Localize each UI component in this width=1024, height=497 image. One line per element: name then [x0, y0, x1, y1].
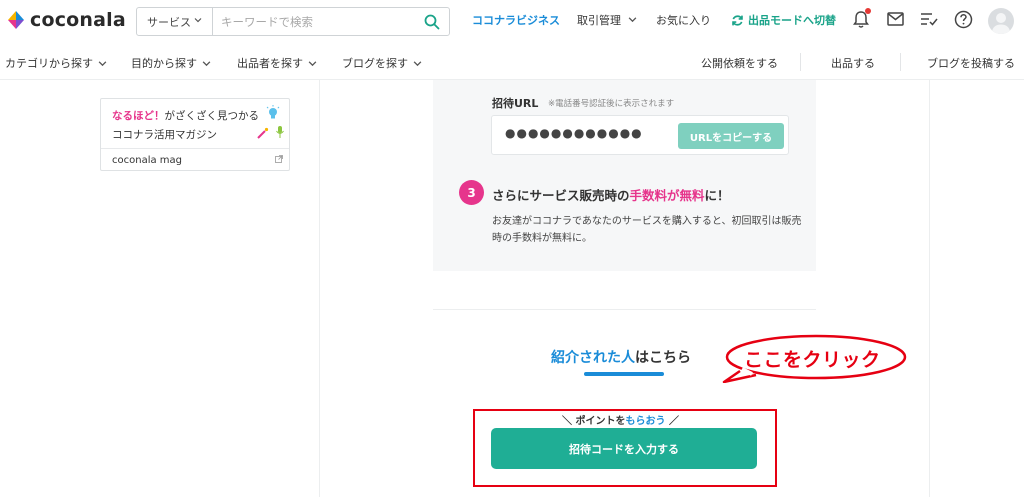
- step-title-pre: さらにサービス販売時の: [492, 188, 630, 203]
- external-link-icon: [275, 155, 283, 163]
- point-promo-text: ＼ ポイントをもらおう ／: [562, 412, 679, 427]
- referred-title-highlight: 紹介された人: [551, 350, 635, 366]
- step-title-highlight: 手数料が無料: [629, 188, 705, 203]
- nav-label: カテゴリから探す: [5, 57, 93, 70]
- chevron-down-icon: [98, 60, 107, 66]
- enter-invite-code-button[interactable]: 招待コードを入力する: [491, 428, 757, 469]
- logo-mark-icon: [8, 11, 24, 29]
- nav-seller-search[interactable]: 出品者を探す: [237, 55, 317, 71]
- chevron-down-icon: [308, 60, 317, 66]
- magazine-highlight: なるほど！: [112, 110, 165, 122]
- referred-section-title: 紹介された人はこちら: [551, 347, 691, 367]
- step-title: さらにサービス販売時の手数料が無料に！: [492, 185, 730, 204]
- column-divider: [319, 80, 320, 497]
- create-listing-link[interactable]: 出品する: [831, 55, 875, 71]
- top-header: coconala サービス ココナラビジネス 取引管理 お気に入り 出品モード: [0, 0, 1024, 42]
- business-link[interactable]: ココナラビジネス: [472, 12, 560, 28]
- magazine-footer: coconala mag: [101, 149, 289, 171]
- post-request-link[interactable]: 公開依頼をする: [701, 55, 778, 71]
- search-button[interactable]: [415, 8, 449, 35]
- referred-title-rest: はこちら: [635, 350, 691, 366]
- chevron-down-icon: [413, 60, 422, 66]
- magazine-name: coconala mag: [112, 154, 182, 166]
- invite-url-note: ※電話番号認証後に表示されます: [548, 99, 675, 109]
- invite-url-box: ●●●●●●●●●●●● URLをコピーする: [491, 115, 789, 155]
- logo-text: coconala: [30, 9, 126, 31]
- favorites-link[interactable]: お気に入り: [656, 12, 711, 28]
- search-category-label: サービス: [147, 15, 191, 29]
- column-divider: [929, 80, 930, 497]
- nav-blog-search[interactable]: ブログを探す: [342, 55, 422, 71]
- search-input[interactable]: [213, 8, 415, 35]
- step-description: お友達がココナラであなたのサービスを購入すると、初回取引は販売時の手数料が無料に…: [492, 216, 802, 244]
- copy-url-button[interactable]: URLをコピーする: [678, 123, 784, 149]
- trade-management-menu[interactable]: 取引管理: [577, 12, 637, 28]
- chevron-down-icon: [628, 17, 636, 23]
- notification-button[interactable]: [850, 8, 872, 30]
- post-blog-link[interactable]: ブログを投稿する: [927, 55, 1015, 71]
- sell-mode-label: 出品モードへ切替: [748, 14, 836, 27]
- user-silhouette-icon: [991, 13, 1011, 34]
- sell-mode-toggle[interactable]: 出品モードへ切替: [731, 12, 836, 28]
- magazine-tagline: なるほど！がざくざく見つかる: [112, 108, 289, 123]
- invite-url-masked: ●●●●●●●●●●●●: [505, 126, 643, 140]
- lightbulb-icon: [266, 105, 280, 119]
- checklist-icon: [921, 13, 938, 26]
- nav-divider: [800, 53, 801, 71]
- nav-category-search[interactable]: カテゴリから探す: [5, 55, 107, 71]
- point-pre: ＼ ポイントを: [562, 416, 626, 427]
- magazine-banner[interactable]: なるほど！がざくざく見つかる ココナラ活用マガジン coconala mag: [100, 98, 290, 171]
- category-nav: カテゴリから探す 目的から探す 出品者を探す ブログを探す 公開依頼をする 出品…: [0, 45, 1024, 80]
- chevron-down-icon: [202, 60, 211, 66]
- nav-divider: [900, 53, 901, 71]
- magazine-tagline-rest: がざくざく見つかる: [164, 110, 260, 122]
- chevron-down-icon: [194, 16, 202, 27]
- search-icon: [424, 14, 440, 29]
- section-divider: [433, 309, 816, 310]
- magic-wand-icon: [257, 127, 269, 139]
- magazine-banner-body: なるほど！がざくざく見つかる ココナラ活用マガジン: [101, 99, 289, 149]
- coconala-logo[interactable]: coconala: [5, 9, 126, 31]
- nav-purpose-search[interactable]: 目的から探す: [131, 55, 211, 71]
- help-icon: [954, 10, 972, 28]
- microphone-icon: [276, 126, 284, 138]
- messages-button[interactable]: [884, 8, 906, 30]
- step-number-badge: 3: [459, 180, 484, 205]
- nav-label: 目的から探す: [131, 57, 197, 70]
- title-underline: [584, 372, 664, 376]
- point-highlight: もらおう: [625, 416, 666, 427]
- annotation-text: ここをクリック: [744, 349, 881, 371]
- invite-url-label: 招待URL: [492, 97, 539, 110]
- point-post: ／: [665, 416, 679, 427]
- trade-management-label: 取引管理: [577, 14, 621, 27]
- avatar[interactable]: [988, 8, 1014, 34]
- step-title-post: に！: [704, 188, 730, 203]
- search-bar: サービス: [136, 7, 450, 36]
- nav-label: 出品者を探す: [237, 57, 303, 70]
- mail-icon: [886, 12, 904, 26]
- help-button[interactable]: [952, 8, 974, 30]
- nav-label: ブログを探す: [342, 57, 408, 70]
- todo-button[interactable]: [918, 8, 940, 30]
- notification-badge: [865, 8, 871, 14]
- refresh-icon: [732, 14, 743, 26]
- search-category-select[interactable]: サービス: [137, 8, 213, 35]
